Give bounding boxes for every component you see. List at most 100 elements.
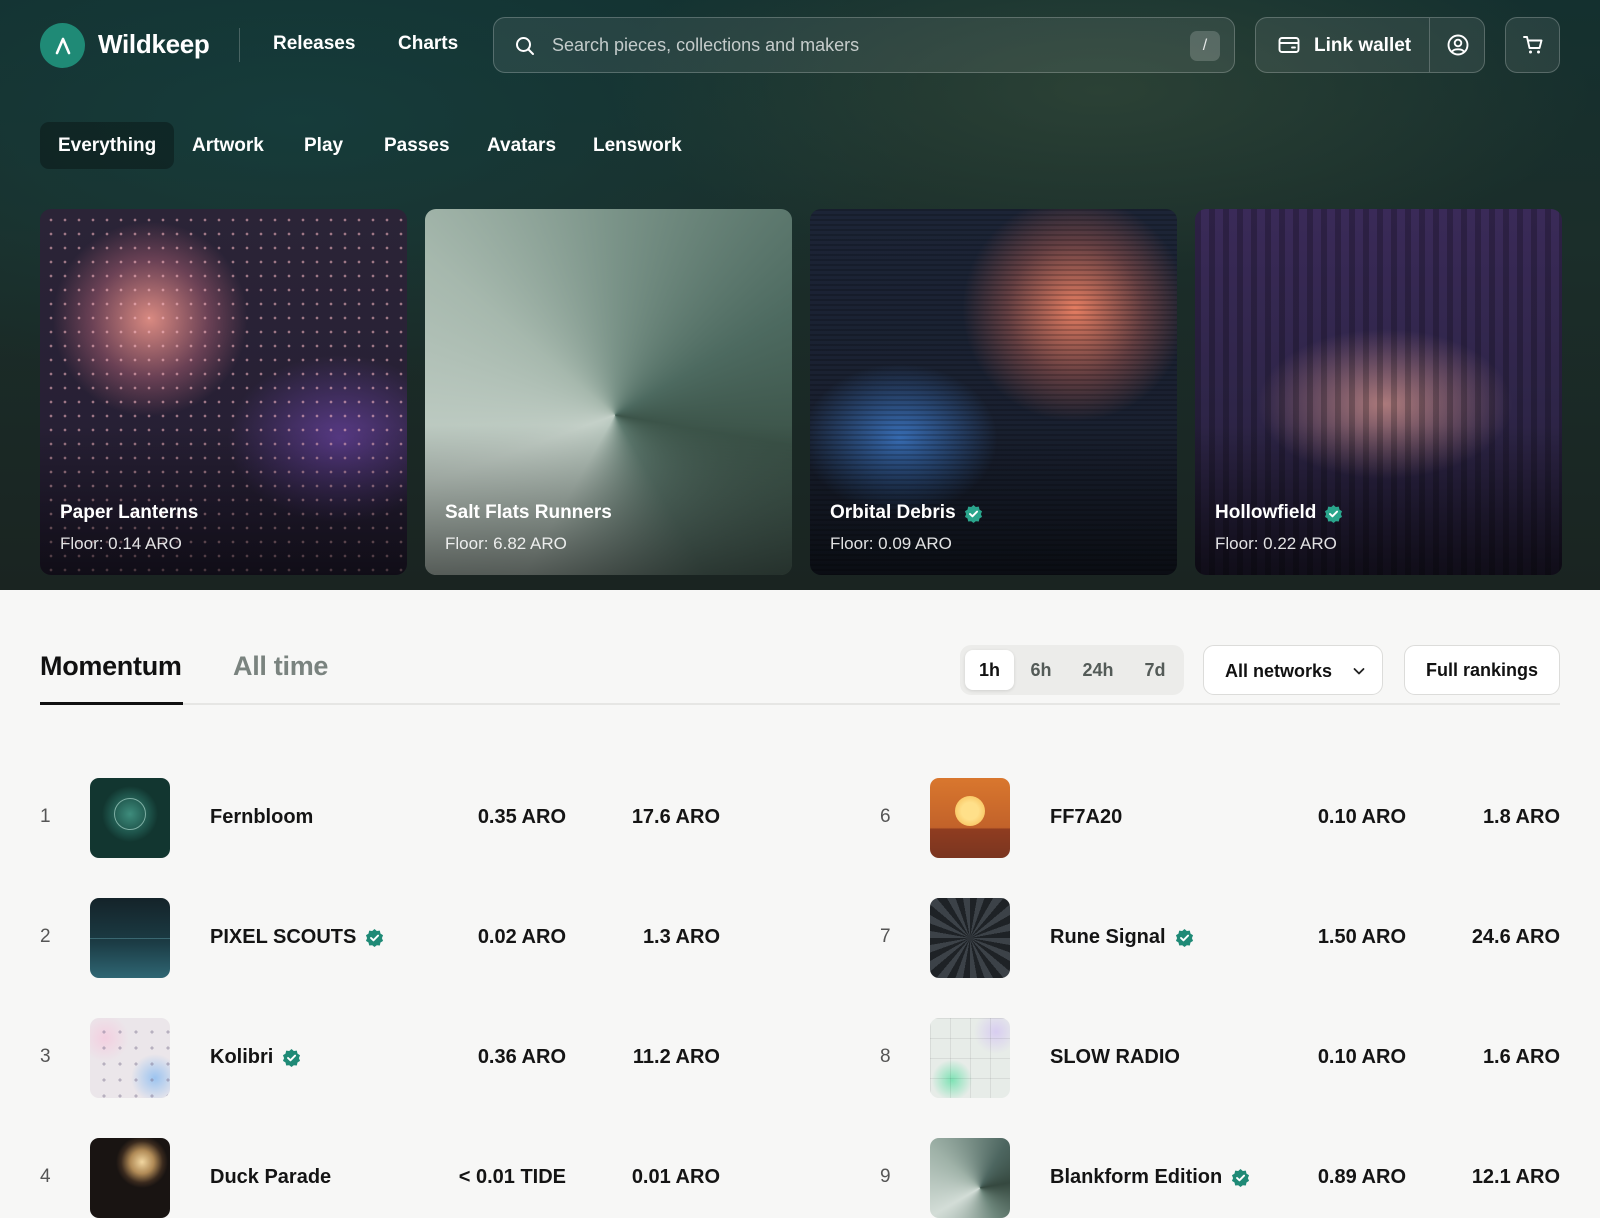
row-name-text: PIXEL SCOUTS <box>210 926 357 948</box>
row-rank: 1 <box>40 806 51 827</box>
tab-momentum[interactable]: Momentum <box>40 651 182 682</box>
ranking-row[interactable]: 3 Kolibri 0.36 ARO 11.2 ARO <box>40 1018 720 1098</box>
logo-mark-icon[interactable] <box>40 23 85 68</box>
row-volume: 1.6 ARO <box>1482 1046 1560 1068</box>
nav-releases[interactable]: Releases <box>273 33 355 55</box>
row-name: Blankform Edition <box>1050 1166 1250 1189</box>
verified-icon <box>964 504 982 523</box>
tab-all-time[interactable]: All time <box>233 651 328 682</box>
card-floor: Floor: 0.22 ARO <box>1215 534 1337 553</box>
ranking-row[interactable]: 7 Rune Signal 1.50 ARO 24.6 ARO <box>880 898 1560 978</box>
time-range-selector: 1h 6h 24h 7d <box>960 645 1184 695</box>
search-input[interactable] <box>552 18 1152 72</box>
profile-icon <box>1447 34 1468 56</box>
wallet-icon <box>1278 37 1300 53</box>
network-select-value: All networks <box>1225 661 1333 681</box>
cart-button[interactable] <box>1505 17 1560 73</box>
row-volume: 1.3 ARO <box>642 926 720 948</box>
row-volume: 17.6 ARO <box>631 806 720 828</box>
category-artwork[interactable]: Artwork <box>174 122 282 169</box>
link-wallet-label: Link wallet <box>1314 35 1412 56</box>
row-rank: 8 <box>880 1046 891 1067</box>
card-floor: Floor: 0.14 ARO <box>60 534 182 553</box>
row-floor-price: 1.50 ARO <box>1317 926 1406 948</box>
profile-button[interactable] <box>1430 18 1485 72</box>
row-name: FF7A20 <box>1050 806 1122 829</box>
row-name: Duck Parade <box>210 1166 331 1189</box>
row-volume: 12.1 ARO <box>1471 1166 1560 1188</box>
search-bar[interactable]: / <box>493 17 1235 73</box>
link-wallet-button[interactable]: Link wallet <box>1256 18 1430 72</box>
card-title-text: Salt Flats Runners <box>445 502 612 523</box>
cart-icon <box>1522 36 1542 54</box>
card-title-text: Hollowfield <box>1215 502 1317 523</box>
collection-thumbnail <box>930 1018 1010 1098</box>
card-title: Hollowfield <box>1215 502 1343 524</box>
full-rankings-button[interactable]: Full rankings <box>1404 645 1560 695</box>
row-rank: 7 <box>880 926 891 947</box>
row-volume: 11.2 ARO <box>632 1046 720 1068</box>
row-rank: 2 <box>40 926 51 947</box>
row-name-text: Kolibri <box>210 1046 274 1068</box>
card-title: Orbital Debris <box>830 502 983 524</box>
range-6h[interactable]: 6h <box>1016 650 1066 690</box>
featured-card[interactable]: Salt Flats Runners Floor: 6.82 ARO <box>425 209 792 575</box>
row-name: Rune Signal <box>1050 926 1194 949</box>
brand-name[interactable]: Wildkeep <box>98 29 210 60</box>
row-volume: 1.8 ARO <box>1482 806 1560 828</box>
row-rank: 6 <box>880 806 891 827</box>
card-title-text: Paper Lanterns <box>60 502 199 523</box>
row-name-text: Fernbloom <box>210 806 314 828</box>
ranking-row[interactable]: 1 Fernbloom 0.35 ARO 17.6 ARO <box>40 778 720 858</box>
verified-icon <box>283 1048 301 1067</box>
featured-card[interactable]: Orbital Debris Floor: 0.09 ARO <box>810 209 1177 575</box>
featured-card[interactable]: Hollowfield Floor: 0.22 ARO <box>1195 209 1562 575</box>
row-name-text: SLOW RADIO <box>1050 1046 1180 1068</box>
verified-icon <box>1175 928 1193 947</box>
ranking-row[interactable]: 6 FF7A20 0.10 ARO 1.8 ARO <box>880 778 1560 858</box>
row-floor-price: < 0.01 TIDE <box>458 1166 566 1188</box>
network-select[interactable]: All networks <box>1203 645 1383 695</box>
row-name: SLOW RADIO <box>1050 1046 1180 1069</box>
row-name: PIXEL SCOUTS <box>210 926 384 949</box>
collection-thumbnail <box>90 778 170 858</box>
row-volume: 0.01 ARO <box>631 1166 720 1188</box>
row-floor-price: 0.02 ARO <box>477 926 566 948</box>
row-rank: 9 <box>880 1166 891 1187</box>
row-floor-price: 0.10 ARO <box>1317 1046 1406 1068</box>
collection-thumbnail <box>90 1018 170 1098</box>
card-title: Salt Flats Runners <box>445 502 612 524</box>
verified-icon <box>1325 504 1343 523</box>
category-lenswork[interactable]: Lenswork <box>575 122 700 169</box>
verified-icon <box>366 928 384 947</box>
collection-thumbnail <box>90 1138 170 1218</box>
top-bar: Wildkeep Releases Charts / Link wallet <box>40 17 1560 73</box>
ranking-row[interactable]: 9 Blankform Edition 0.89 ARO 12.1 ARO <box>880 1138 1560 1218</box>
row-name: Kolibri <box>210 1046 301 1069</box>
range-7d[interactable]: 7d <box>1130 650 1180 690</box>
wallet-group: Link wallet <box>1255 17 1485 73</box>
ranking-row[interactable]: 8 SLOW RADIO 0.10 ARO 1.6 ARO <box>880 1018 1560 1098</box>
row-name-text: Blankform Edition <box>1050 1166 1223 1188</box>
row-name: Fernbloom <box>210 806 313 829</box>
card-title-text: Orbital Debris <box>830 502 956 523</box>
category-everything[interactable]: Everything <box>40 122 175 169</box>
range-1h[interactable]: 1h <box>965 650 1014 690</box>
ranking-row[interactable]: 4 Duck Parade < 0.01 TIDE 0.01 ARO <box>40 1138 720 1218</box>
brand-divider <box>239 28 240 62</box>
featured-card[interactable]: Paper Lanterns Floor: 0.14 ARO <box>40 209 407 575</box>
category-play[interactable]: Play <box>286 122 361 169</box>
ranking-row[interactable]: 2 PIXEL SCOUTS 0.02 ARO 1.3 ARO <box>40 898 720 978</box>
nav-charts[interactable]: Charts <box>398 33 458 55</box>
row-floor-price: 0.35 ARO <box>477 806 566 828</box>
collection-thumbnail <box>930 1138 1010 1218</box>
hero-section: Wildkeep Releases Charts / Link wallet <box>0 0 1600 590</box>
search-shortcut-key: / <box>1190 31 1220 61</box>
card-floor: Floor: 6.82 ARO <box>445 534 567 553</box>
category-passes[interactable]: Passes <box>366 122 468 169</box>
category-avatars[interactable]: Avatars <box>469 122 574 169</box>
card-title: Paper Lanterns <box>60 502 198 524</box>
range-24h[interactable]: 24h <box>1068 650 1128 690</box>
collection-thumbnail <box>90 898 170 978</box>
row-name-text: Rune Signal <box>1050 926 1166 948</box>
